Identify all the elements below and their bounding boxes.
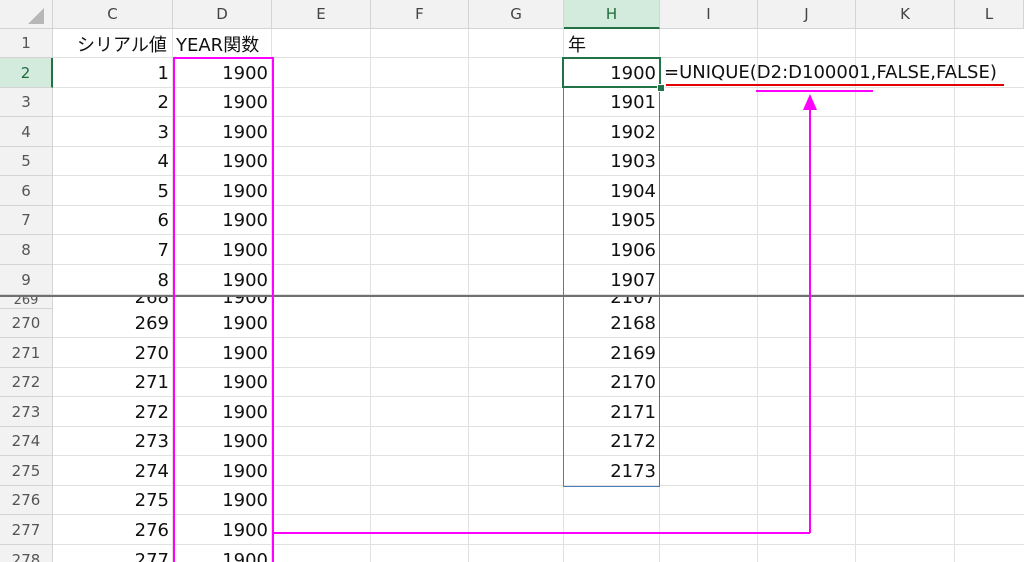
header-serial-value[interactable]: シリアル値 <box>73 29 173 58</box>
cell-c[interactable]: 5 <box>53 176 173 206</box>
row-header[interactable]: 3 <box>0 88 53 117</box>
column-header-j[interactable]: J <box>758 0 856 29</box>
cell-c[interactable]: 276 <box>53 515 173 545</box>
cell-c[interactable]: 1 <box>53 58 173 88</box>
column-header-h[interactable]: H <box>564 0 660 29</box>
column-header-g[interactable]: G <box>469 0 564 29</box>
column-header-f[interactable]: F <box>371 0 469 29</box>
header-year-function[interactable]: YEAR関数 <box>172 29 272 58</box>
row-header[interactable]: 274 <box>0 427 53 456</box>
cell-c[interactable]: 272 <box>53 397 173 427</box>
cell-c[interactable]: 3 <box>53 117 173 147</box>
cell-c[interactable]: 4 <box>53 147 173 176</box>
cell-c[interactable]: 6 <box>53 206 173 235</box>
column-header-d[interactable]: D <box>173 0 272 29</box>
row-header[interactable]: 275 <box>0 456 53 486</box>
cell-c[interactable]: 277 <box>53 545 173 562</box>
row-header[interactable]: 272 <box>0 368 53 397</box>
spreadsheet-grid[interactable]: C D E F G H I J K L 1 2 1 1900 1900 3 2 1900 1901 4 3 1900 190… <box>0 0 1024 562</box>
cell-c[interactable]: 273 <box>53 427 173 456</box>
column-header-e[interactable]: E <box>272 0 371 29</box>
cell-c[interactable]: 7 <box>53 235 173 265</box>
row-header[interactable]: 276 <box>0 486 53 515</box>
select-all-triangle-icon <box>28 8 44 24</box>
row-header[interactable]: 270 <box>0 309 53 338</box>
row-header[interactable]: 6 <box>0 176 53 206</box>
column-header-l[interactable]: L <box>955 0 1024 29</box>
column-header-i[interactable]: I <box>660 0 758 29</box>
cell-c[interactable]: 271 <box>53 368 173 397</box>
header-year[interactable]: 年 <box>564 29 660 58</box>
cell-c[interactable]: 269 <box>53 309 173 338</box>
row-header[interactable]: 4 <box>0 117 53 147</box>
row-header-clipped[interactable]: 269 <box>0 297 53 309</box>
cell-c[interactable]: 275 <box>53 486 173 515</box>
spill-range-border <box>563 58 660 487</box>
row-header[interactable]: 277 <box>0 515 53 545</box>
select-all-corner[interactable] <box>0 0 53 29</box>
row-header[interactable]: 7 <box>0 206 53 235</box>
row-header[interactable]: 8 <box>0 235 53 265</box>
freeze-pane-divider[interactable] <box>0 295 1024 297</box>
formula-text[interactable]: =UNIQUE(D2:D100001,FALSE,FALSE) <box>660 58 1010 87</box>
cell-c[interactable]: 274 <box>53 456 173 486</box>
arrow-head-icon <box>803 94 817 110</box>
row-header[interactable]: 2 <box>0 58 53 88</box>
fill-handle[interactable] <box>657 84 665 92</box>
row-header[interactable]: 1 <box>0 29 53 58</box>
active-cell-h2[interactable] <box>562 57 661 88</box>
column-header-c[interactable]: C <box>53 0 173 29</box>
column-header-k[interactable]: K <box>856 0 955 29</box>
cell-c[interactable]: 270 <box>53 338 173 368</box>
cell-c[interactable]: 8 <box>53 265 173 295</box>
row-header[interactable]: 9 <box>0 265 53 295</box>
cell-c[interactable]: 2 <box>53 88 173 117</box>
highlight-year-column <box>173 57 274 562</box>
row-header[interactable]: 278 <box>0 545 53 562</box>
row-header[interactable]: 271 <box>0 338 53 368</box>
row-header[interactable]: 5 <box>0 147 53 176</box>
row-header[interactable]: 273 <box>0 397 53 427</box>
